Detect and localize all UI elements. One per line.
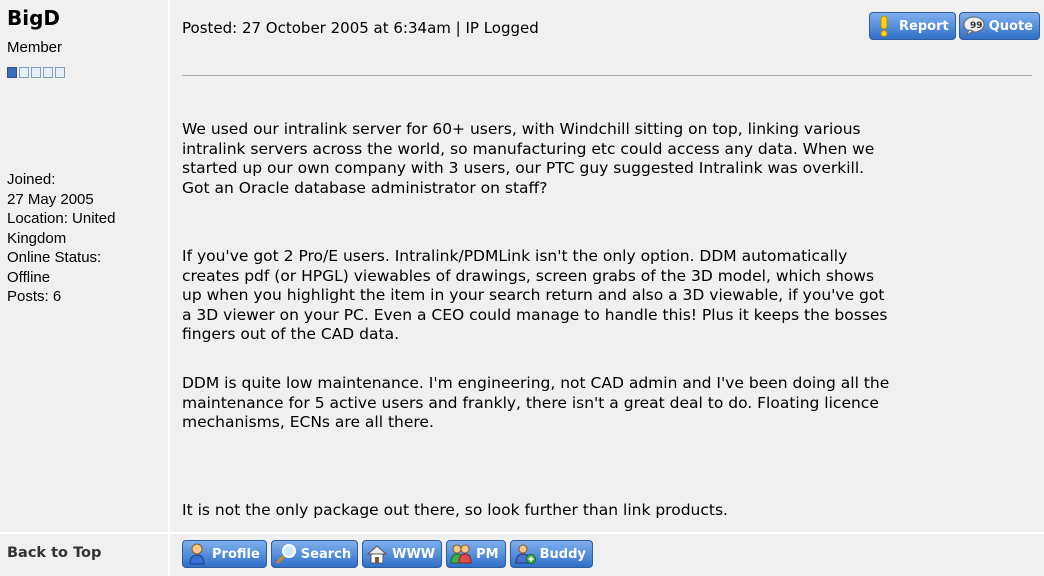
post-paragraph: DDM is quite low maintenance. I'm engine… [182, 374, 889, 433]
quote-label: Quote [988, 18, 1033, 34]
users-icon [450, 543, 472, 565]
rank-meter [7, 67, 67, 79]
post-actions: Report 99 Quote [869, 12, 1040, 40]
speech-bubble-icon: 99 [963, 15, 985, 37]
text-line: up when you highlight the item in your s… [182, 286, 885, 304]
text-line: DDM is quite low maintenance. I'm engine… [182, 374, 890, 392]
online-status-label: Online Status: [7, 249, 102, 266]
rank-pip [43, 67, 53, 78]
quote-button[interactable]: 99 Quote [958, 12, 1040, 40]
text-line: Got an Oracle database administrator on … [182, 178, 548, 197]
search-label: Search [300, 546, 352, 562]
location-line: Kingdom [7, 229, 67, 247]
post-paragraph: If you've got 2 Pro/E users. Intralink/P… [182, 247, 888, 345]
author-rank: Member [7, 39, 63, 56]
online-status-value: Offline [7, 268, 51, 286]
text-line: fingers out of the CAD data. [182, 325, 400, 343]
post-paragraph: It is not the only package out there, so… [182, 501, 728, 521]
text-line: It is not the only package out there, so… [182, 501, 728, 519]
text-line: maintenance for 5 active users and frank… [182, 393, 879, 412]
search-button[interactable]: Search [270, 540, 359, 568]
text-line: a 3D viewer on your PC. Even a CEO could… [182, 305, 888, 324]
pm-button[interactable]: PM [446, 540, 506, 568]
exclamation-icon [873, 15, 895, 37]
joined-label: Joined: [7, 171, 56, 188]
pm-label: PM [476, 546, 499, 562]
text-line: If you've got 2 Pro/E users. Intralink/P… [182, 247, 848, 265]
profile-button[interactable]: Profile [182, 540, 267, 568]
magnifier-icon [275, 543, 297, 565]
footer-actions: Profile Search WWW PM Buddy [182, 540, 593, 568]
buddy-button[interactable]: Buddy [509, 540, 593, 568]
text-line: intralink servers across the world, so m… [182, 139, 875, 158]
add-buddy-icon [514, 543, 536, 565]
post-paragraph: We used our intralink server for 60+ use… [182, 120, 874, 198]
profile-label: Profile [212, 546, 260, 562]
joined-date: 27 May 2005 [7, 190, 94, 208]
home-icon [366, 543, 388, 565]
report-label: Report [899, 18, 949, 34]
text-line: mechanisms, ECNs are all there. [182, 413, 434, 431]
back-to-top-link[interactable]: Back to Top [7, 545, 101, 561]
author-panel: BigD Member Joined: 27 May 2005 Location… [0, 0, 168, 532]
www-button[interactable]: WWW [362, 540, 443, 568]
text-line: creates pdf (or HPGL) viewables of drawi… [182, 266, 875, 285]
author-stats: Joined: 27 May 2005 Location: United Kin… [7, 170, 167, 307]
rank-pip [7, 67, 17, 78]
post-meta: Posted: 27 October 2005 at 6:34am | IP L… [182, 19, 539, 37]
report-button[interactable]: Report [869, 12, 956, 40]
buddy-label: Buddy [539, 546, 586, 562]
post-divider [182, 75, 1032, 76]
location-line: Location: United [7, 210, 116, 227]
rank-pip [31, 67, 41, 78]
author-username[interactable]: BigD [7, 6, 60, 30]
svg-text:99: 99 [970, 21, 983, 31]
rank-pip [55, 67, 65, 78]
text-line: started up our own company with 3 users,… [182, 159, 865, 177]
www-label: WWW [392, 546, 436, 562]
text-line: We used our intralink server for 60+ use… [182, 120, 861, 138]
user-icon [186, 543, 208, 565]
post-count: Posts: 6 [7, 288, 62, 305]
rank-pip [19, 67, 29, 78]
